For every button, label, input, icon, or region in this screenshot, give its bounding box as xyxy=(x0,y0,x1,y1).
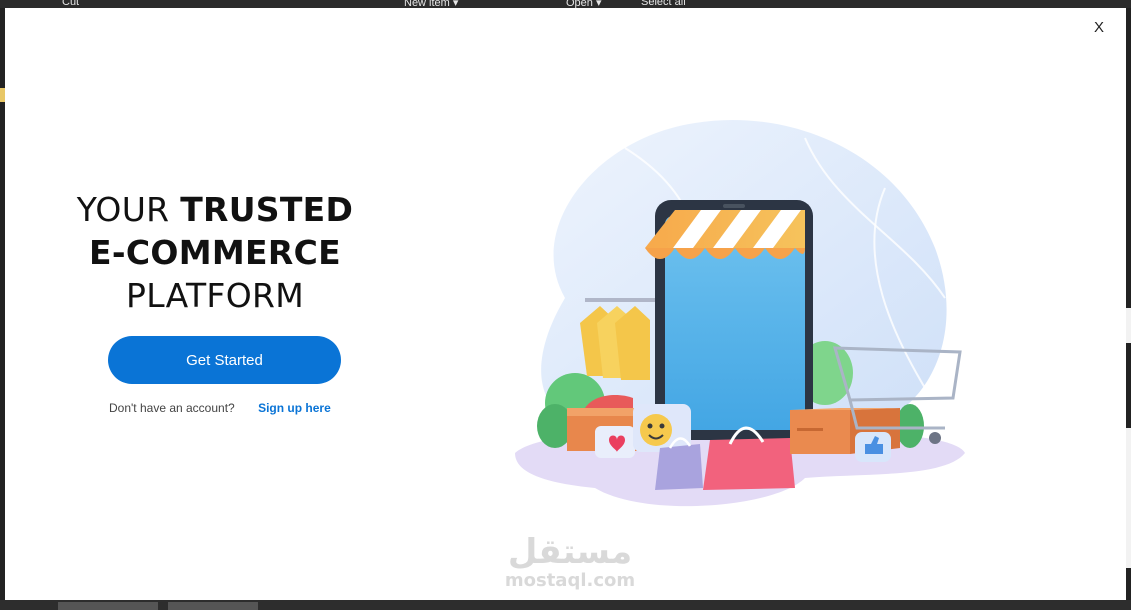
headline-trusted: TRUSTED xyxy=(180,190,354,229)
ribbon-cut: Cut xyxy=(62,0,80,8)
headline: YOUR TRUSTED E-COMMERCE PLATFORM xyxy=(45,188,385,317)
welcome-modal: X YOUR TRUSTED E-COMMERCE PLATFORM Get S… xyxy=(5,8,1126,600)
headline-ecommerce: E-COMMERCE xyxy=(89,233,341,272)
background-right-edge xyxy=(1126,8,1131,610)
taskbar-thumb xyxy=(168,602,258,610)
close-button[interactable]: X xyxy=(1090,18,1108,38)
signup-link[interactable]: Sign up here xyxy=(258,401,331,415)
ribbon-select-all: Select all xyxy=(641,0,686,8)
headline-platform: PLATFORM xyxy=(126,276,304,315)
scroll-mark xyxy=(1126,308,1131,343)
shopping-phone-illustration xyxy=(515,119,965,507)
taskbar-thumb xyxy=(58,602,158,610)
scroll-mark xyxy=(1126,428,1131,568)
background-taskbar xyxy=(0,600,1131,610)
watermark-arabic: مستقل xyxy=(507,532,633,572)
watermark-latin: mostaql.com xyxy=(504,570,636,591)
signup-prompt: Don't have an account? xyxy=(109,401,235,415)
hero-text: YOUR TRUSTED E-COMMERCE PLATFORM xyxy=(45,188,385,317)
get-started-button[interactable]: Get Started xyxy=(108,336,341,384)
signup-row: Don't have an account? Sign up here xyxy=(109,401,331,415)
background-ribbon: Cut New item ▾ Open ▾ Select all xyxy=(0,0,1131,9)
headline-your: YOUR xyxy=(76,190,181,229)
close-icon: X xyxy=(1093,19,1104,36)
mostaql-watermark: مستقل mostaql.com xyxy=(495,533,645,591)
